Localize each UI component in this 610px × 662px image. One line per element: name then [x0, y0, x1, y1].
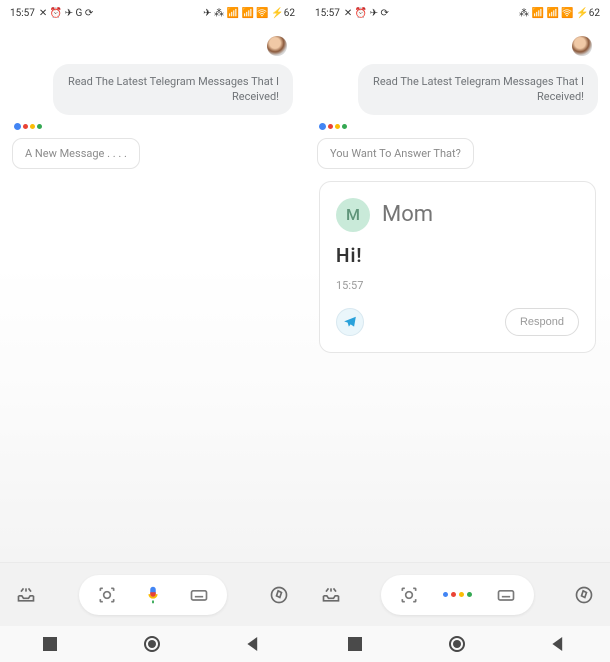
nav-bar — [0, 626, 305, 662]
user-avatar[interactable] — [267, 36, 287, 56]
nav-recent-icon[interactable] — [43, 636, 59, 652]
status-icons-left: ✕ ⏰ ✈ ⟳ — [344, 8, 389, 19]
status-time: 15:57 — [10, 8, 35, 19]
nav-recent-icon[interactable] — [348, 636, 364, 652]
status-icons-right: ✈ ⁂ 📶 📶 🛜 ⚡62 — [203, 8, 295, 19]
contact-avatar: M — [336, 198, 370, 232]
keyboard-icon[interactable] — [187, 583, 211, 607]
google-dots-icon[interactable] — [443, 592, 472, 597]
input-pill — [79, 575, 227, 615]
user-message-bubble: Read The Latest Telegram Messages That I… — [358, 64, 598, 115]
status-bar: 15:57 ✕ ⏰ ✈ G ⟳ ✈ ⁂ 📶 📶 🛜 ⚡62 — [0, 0, 305, 26]
message-body: Hi! — [336, 244, 579, 267]
message-card: M Mom Hi! 15:57 Respond — [319, 181, 596, 353]
assistant-reply-bubble: A New Message . . . . — [12, 138, 140, 169]
status-bar: 15:57 ✕ ⏰ ✈ ⟳ ⁂ 📶 📶 🛜 ⚡62 — [305, 0, 610, 26]
user-avatar[interactable] — [572, 36, 592, 56]
inbox-icon[interactable] — [319, 583, 343, 607]
assistant-icon — [317, 123, 598, 130]
screen-right: 15:57 ✕ ⏰ ✈ ⟳ ⁂ 📶 📶 🛜 ⚡62 Read The Lates… — [305, 0, 610, 662]
assistant-icon — [12, 123, 293, 130]
nav-back-icon[interactable] — [551, 636, 567, 652]
compass-icon[interactable] — [572, 583, 596, 607]
respond-button[interactable]: Respond — [505, 308, 579, 336]
chat-area: Read The Latest Telegram Messages That I… — [305, 26, 610, 562]
user-message-bubble: Read The Latest Telegram Messages That I… — [53, 64, 293, 115]
bottom-bar — [305, 562, 610, 626]
nav-back-icon[interactable] — [246, 636, 262, 652]
screen-left: 15:57 ✕ ⏰ ✈ G ⟳ ✈ ⁂ 📶 📶 🛜 ⚡62 Read The L… — [0, 0, 305, 662]
message-time: 15:57 — [336, 279, 579, 292]
keyboard-icon[interactable] — [494, 583, 518, 607]
chat-area: Read The Latest Telegram Messages That I… — [0, 26, 305, 562]
microphone-icon[interactable] — [141, 583, 165, 607]
lens-icon[interactable] — [95, 583, 119, 607]
status-icons-right: ⁂ 📶 📶 🛜 ⚡62 — [519, 8, 600, 19]
status-icons-left: ✕ ⏰ ✈ G ⟳ — [39, 8, 93, 19]
nav-home-icon[interactable] — [144, 636, 160, 652]
contact-name: Mom — [382, 202, 433, 227]
nav-bar — [305, 626, 610, 662]
status-time: 15:57 — [315, 8, 340, 19]
input-pill — [381, 575, 534, 615]
bottom-bar — [0, 562, 305, 626]
nav-home-icon[interactable] — [449, 636, 465, 652]
telegram-icon[interactable] — [336, 308, 364, 336]
assistant-reply-bubble: You Want To Answer That? — [317, 138, 474, 169]
inbox-icon[interactable] — [14, 583, 38, 607]
compass-icon[interactable] — [267, 583, 291, 607]
lens-icon[interactable] — [397, 583, 421, 607]
